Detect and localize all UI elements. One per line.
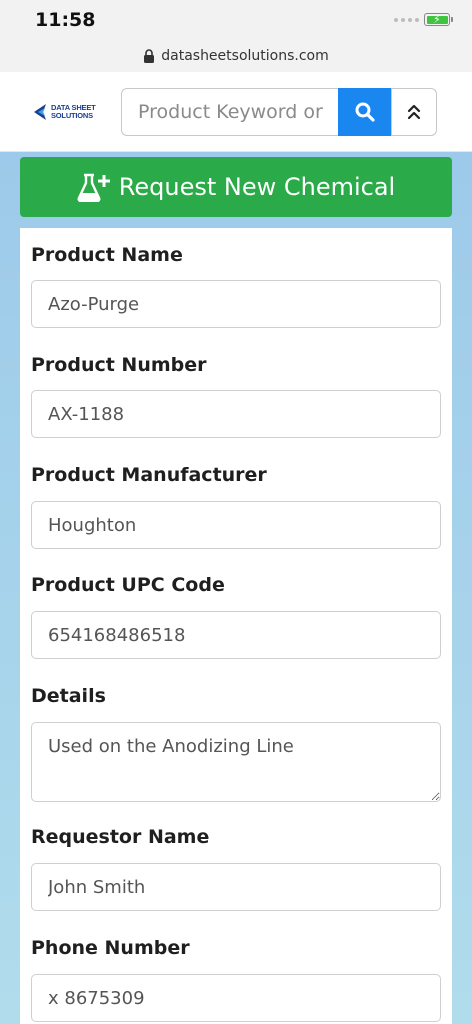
product-name-label: Product Name: [31, 244, 183, 266]
requestor-name-field[interactable]: [31, 863, 441, 911]
charging-bolt-icon: ⚡: [433, 13, 441, 26]
product-manufacturer-field[interactable]: [31, 501, 441, 549]
status-bar: 11:58 ⚡: [0, 0, 472, 40]
site-logo[interactable]: DATA SHEET SOLUTIONS: [34, 100, 104, 124]
lock-icon: [144, 49, 155, 63]
request-button-label: Request New Chemical: [118, 173, 396, 201]
collapse-button[interactable]: [391, 88, 437, 136]
chevron-double-up-icon: [407, 104, 421, 120]
url-text: datasheetsolutions.com: [161, 48, 329, 64]
signal-icon: [394, 18, 419, 22]
product-name-field[interactable]: [31, 280, 441, 328]
requestor-name-label: Requestor Name: [31, 826, 210, 848]
product-manufacturer-label: Product Manufacturer: [31, 464, 267, 486]
search-icon: [355, 102, 375, 122]
details-label: Details: [31, 685, 106, 707]
logo-text: DATA SHEET SOLUTIONS: [51, 104, 96, 120]
search-button[interactable]: [338, 88, 392, 136]
details-field[interactable]: Used on the Anodizing Line: [31, 722, 441, 802]
url-bar[interactable]: datasheetsolutions.com: [0, 40, 472, 72]
request-form: Product Name Product Number Product Manu…: [20, 228, 452, 1024]
product-upc-label: Product UPC Code: [31, 574, 225, 596]
product-upc-field[interactable]: [31, 611, 441, 659]
status-time: 11:58: [35, 9, 96, 31]
logo-line2: SOLUTIONS: [51, 111, 93, 120]
product-number-field[interactable]: [31, 390, 441, 438]
battery-nub: [451, 17, 453, 22]
phone-number-label: Phone Number: [31, 937, 190, 959]
phone-number-field[interactable]: [31, 974, 441, 1022]
request-new-chemical-button[interactable]: Request New Chemical: [20, 157, 452, 217]
search-input[interactable]: [121, 88, 339, 136]
flask-plus-icon: [77, 173, 110, 202]
logo-mark-icon: [34, 104, 46, 120]
product-number-label: Product Number: [31, 354, 207, 376]
